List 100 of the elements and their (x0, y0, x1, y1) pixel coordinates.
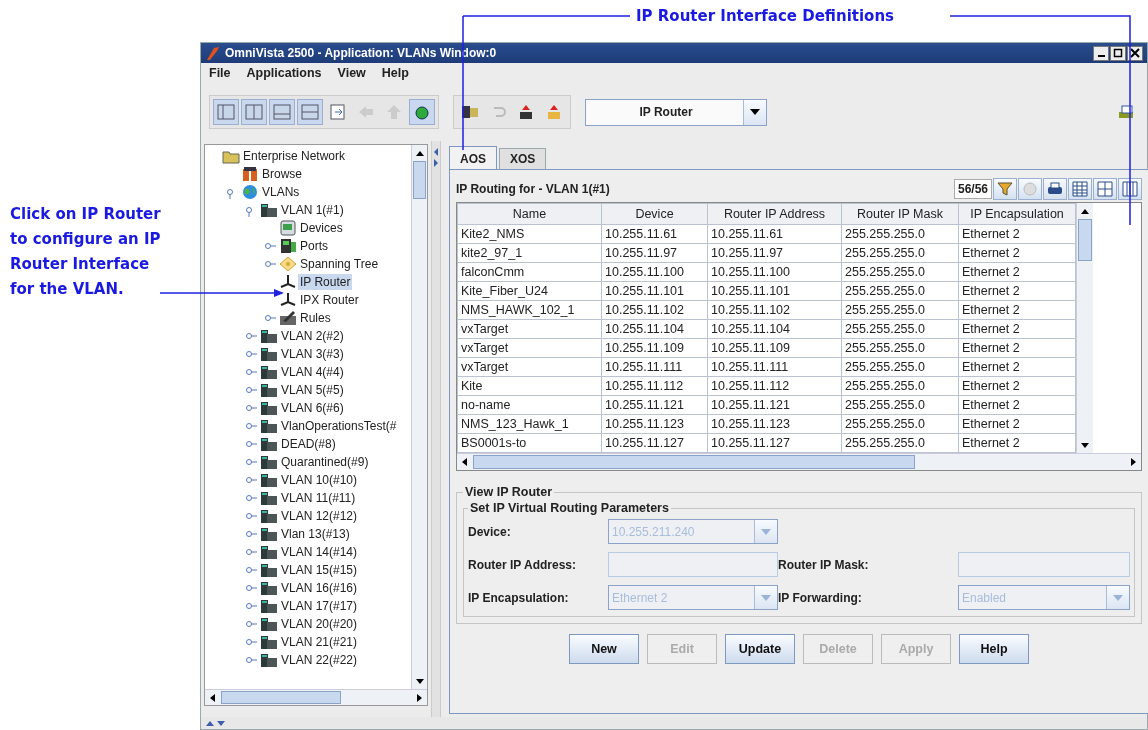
server-icon (260, 580, 278, 596)
table-cell: Ethernet 2 (958, 357, 1076, 377)
tree-item[interactable]: Ports (298, 238, 330, 254)
table-cell: Ethernet 2 (958, 243, 1076, 263)
table-cell: 10.255.11.100 (601, 262, 708, 282)
menu-item[interactable]: View (337, 66, 366, 80)
tree-item[interactable]: VLAN 10(#10) (279, 472, 360, 488)
group-title: Set IP Virtual Routing Parameters (469, 501, 670, 515)
horizontal-scrollbar[interactable] (205, 689, 427, 705)
field-label: Device: (468, 524, 512, 539)
tab[interactable]: AOS (449, 146, 497, 169)
table-cell: Kite (457, 376, 602, 396)
layout-icon[interactable] (269, 99, 295, 125)
tree-item[interactable]: Enterprise Network (241, 148, 348, 164)
menu-item[interactable]: Help (381, 66, 409, 80)
column-header[interactable]: Router IP Mask (841, 203, 959, 225)
tree-item[interactable]: VLAN 4(#4) (279, 364, 346, 380)
tree-item[interactable]: VLAN 17(#17) (279, 598, 360, 614)
tree-item[interactable]: VLAN 2(#2) (279, 328, 346, 344)
table-cell: 10.255.11.109 (601, 338, 708, 358)
table-cell: 10.255.11.123 (707, 414, 842, 434)
minimize-button[interactable] (1093, 45, 1109, 61)
grid-icon[interactable] (1068, 178, 1092, 200)
columns-icon[interactable] (1118, 178, 1142, 200)
table-cell: 255.255.255.0 (841, 262, 959, 282)
tree-item[interactable]: VLAN 5(#5) (279, 382, 346, 398)
filter-icon[interactable] (993, 178, 1017, 200)
tab[interactable]: XOS (499, 148, 547, 169)
table-cell: vxTarget (457, 357, 602, 377)
maximize-button[interactable] (1110, 45, 1126, 61)
table-cell: 255.255.255.0 (841, 319, 959, 339)
server-icon (260, 400, 278, 416)
tree-item[interactable]: VLAN 11(#11) (279, 490, 358, 506)
vertical-scrollbar[interactable] (1076, 203, 1093, 453)
tree-item[interactable]: VLANs (260, 184, 302, 200)
tree-item[interactable]: Devices (298, 220, 345, 236)
table-cell: Ethernet 2 (958, 338, 1076, 358)
tree-item[interactable]: VLAN 3(#3) (279, 346, 346, 362)
column-header[interactable]: Router IP Address (707, 203, 842, 225)
table-cell: 10.255.11.112 (601, 376, 708, 396)
logo-icon (205, 45, 221, 61)
binoculars-icon (241, 166, 259, 182)
table-cell: Kite_Fiber_U24 (457, 281, 602, 301)
column-header[interactable]: Device (601, 203, 708, 225)
vertical-scrollbar[interactable] (411, 145, 427, 689)
tree-item[interactable]: Browse (260, 166, 304, 182)
tree-item[interactable]: Quarantined(#9) (279, 454, 371, 470)
tree-item[interactable]: VLAN 20(#20) (279, 616, 360, 632)
server-icon (260, 328, 278, 344)
tree-item[interactable]: VLAN 15(#15) (279, 562, 360, 578)
tree-item[interactable]: VLAN 12(#12) (279, 508, 360, 524)
field-label: IP Encapsulation: (468, 590, 570, 605)
globe-icon (241, 184, 259, 200)
tree-item[interactable]: IP Router (298, 274, 353, 290)
close-icon (1130, 48, 1140, 58)
tree-item[interactable]: VLAN 16(#16) (279, 580, 360, 596)
column-header[interactable]: IP Encapsulation (958, 203, 1076, 225)
tree-item[interactable]: VLAN 21(#21) (279, 634, 360, 650)
status-icon[interactable] (409, 99, 435, 125)
menu-item[interactable]: File (209, 66, 231, 80)
server-icon (260, 544, 278, 560)
table-cell: 255.255.255.0 (841, 395, 959, 415)
tree-item[interactable]: VLAN 22(#22) (279, 652, 360, 668)
table-cell: 10.255.11.104 (707, 319, 842, 339)
table-cell: Ethernet 2 (958, 414, 1076, 434)
horizontal-scrollbar[interactable] (457, 453, 1141, 470)
table-cell: 10.255.11.121 (707, 395, 842, 415)
action-button[interactable]: New (569, 634, 639, 664)
tree-item[interactable]: VLAN 6(#6) (279, 400, 346, 416)
menu-item[interactable]: Applications (246, 66, 322, 80)
action-button[interactable]: Help (959, 634, 1029, 664)
server-icon (260, 436, 278, 452)
splitter-handle[interactable] (431, 141, 441, 717)
action-button[interactable]: Update (725, 634, 795, 664)
table-cell: 10.255.11.97 (707, 243, 842, 263)
columns-icon[interactable] (1093, 178, 1117, 200)
tree-item[interactable]: Spanning Tree (298, 256, 381, 272)
table-cell: Ethernet 2 (958, 281, 1076, 301)
table-cell: BS0001s-to (457, 433, 602, 453)
server-icon (260, 526, 278, 542)
print-icon[interactable] (1043, 178, 1067, 200)
tree-item[interactable]: Vlan 13(#13) (279, 526, 352, 542)
table-cell: 255.255.255.0 (841, 300, 959, 320)
tree-item[interactable]: IPX Router (298, 292, 361, 308)
view-dropdown[interactable]: IP Router (585, 98, 767, 126)
tree-item[interactable]: VlanOperationsTest(# (279, 418, 399, 434)
table-cell: NMS_123_Hawk_1 (457, 414, 602, 434)
tree-item[interactable]: DEAD(#8) (279, 436, 338, 452)
tree-item[interactable]: VLAN 1(#1) (279, 202, 346, 218)
layout-icon[interactable] (297, 99, 323, 125)
layout-icon[interactable] (241, 99, 267, 125)
tree-item[interactable]: VLAN 14(#14) (279, 544, 360, 560)
rules-icon (279, 310, 297, 326)
tree-item[interactable]: Rules (298, 310, 333, 326)
server-icon (260, 382, 278, 398)
table-cell: Ethernet 2 (958, 433, 1076, 453)
table-cell: falconCmm (457, 262, 602, 282)
column-header[interactable]: Name (457, 203, 602, 225)
layout-icon[interactable] (213, 99, 239, 125)
table-cell: 10.255.11.102 (601, 300, 708, 320)
